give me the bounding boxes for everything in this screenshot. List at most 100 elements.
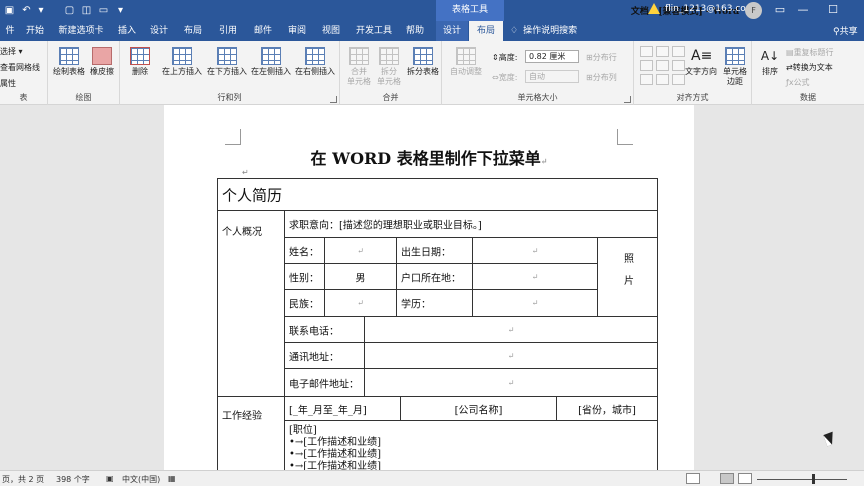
properties-button[interactable]: 属性 [0, 78, 16, 89]
proofing-icon[interactable]: ▣ [106, 474, 114, 483]
resume-header-cell[interactable]: 个人简历 [217, 178, 658, 211]
location-cell[interactable]: [省份，城市] [556, 396, 658, 421]
open-icon[interactable]: ▭ [96, 3, 111, 18]
address-label-cell[interactable]: 通讯地址： [284, 342, 365, 369]
repeat-header-button[interactable]: ▤重复标题行 [786, 47, 834, 58]
web-layout-icon[interactable] [738, 473, 752, 484]
birth-label-cell[interactable]: 出生日期： [396, 237, 473, 264]
align-bottom-left-icon[interactable] [640, 74, 653, 85]
ethnicity-label-cell[interactable]: 民族： [284, 289, 325, 317]
tab-review[interactable]: 审阅 [284, 21, 310, 41]
customize-icon[interactable]: ▾ [113, 3, 128, 18]
view-gridlines-button[interactable]: 查看网格线 [0, 62, 40, 73]
tab-developer[interactable]: 开发工具 [352, 21, 396, 41]
address-value-cell[interactable]: ↵ [364, 342, 658, 369]
height-input[interactable]: 0.82 厘米 [525, 50, 579, 63]
rows-columns-launcher-icon[interactable] [330, 96, 337, 103]
split-table-button[interactable]: 拆分表格 [404, 47, 442, 77]
hukou-label-cell[interactable]: 户口所在地： [396, 263, 473, 290]
maximize-button[interactable]: ☐ [818, 0, 848, 21]
tab-view[interactable]: 视图 [318, 21, 344, 41]
select-dropdown[interactable]: 选择 ▾ [0, 46, 23, 57]
tab-help[interactable]: 帮助 [401, 21, 429, 41]
cell-size-launcher-icon[interactable] [624, 96, 631, 103]
insert-left-button[interactable]: 在左侧插入 [249, 47, 293, 77]
name-value-cell[interactable]: ↵ [324, 237, 397, 264]
group-label-rows-columns: 行和列 [217, 93, 242, 102]
hukou-value-cell[interactable]: ↵ [472, 263, 598, 290]
draw-table-button[interactable]: 绘制表格 [52, 47, 86, 77]
zoom-slider[interactable] [757, 479, 847, 480]
tab-insert[interactable]: 插入 [114, 21, 140, 41]
split-cells-button[interactable]: 拆分 单元格 [374, 47, 404, 87]
education-value-cell[interactable]: ↵ [472, 289, 598, 317]
save-icon[interactable]: ▣ [2, 3, 17, 18]
insert-below-button[interactable]: 在下方插入 [205, 47, 249, 77]
align-top-left-icon[interactable] [640, 46, 653, 57]
delete-button[interactable]: 删除 [126, 47, 154, 77]
text-direction-button[interactable]: A≡ 文字方向 [684, 47, 718, 77]
tab-design[interactable]: 设计 [146, 21, 172, 41]
share-button[interactable]: ⚲共享 [833, 24, 858, 37]
zoom-slider-thumb[interactable] [812, 474, 815, 484]
formula-button[interactable]: ƒx公式 [786, 77, 810, 88]
new-doc-icon[interactable]: ▢ [62, 3, 77, 18]
print-layout-icon[interactable] [720, 473, 734, 484]
gender-value-cell[interactable]: 男 [324, 263, 397, 290]
undo-icon[interactable]: ↶ [19, 3, 34, 18]
photo-cell[interactable]: 照 片 [597, 237, 658, 317]
phone-label-cell[interactable]: 联系电话： [284, 316, 365, 343]
position-line: [职位] [289, 425, 317, 436]
redo-icon[interactable]: ▾ [36, 3, 46, 18]
align-middle-left-icon[interactable] [640, 60, 653, 71]
distribute-rows-button[interactable]: ⊞分布行 [586, 52, 617, 63]
gender-label-cell[interactable]: 性别： [284, 263, 325, 290]
tab-table-design[interactable]: 设计 [436, 21, 468, 41]
name-label-cell[interactable]: 姓名： [284, 237, 325, 264]
work-label-cell[interactable]: 工作经验 [217, 396, 285, 470]
tab-references[interactable]: 引用 [215, 21, 241, 41]
tab-layout[interactable]: 布局 [180, 21, 206, 41]
convert-to-text-button[interactable]: ⇄转换为文本 [786, 62, 833, 73]
work-period-cell[interactable]: [_年_月至_年_月] [284, 396, 401, 421]
sort-button[interactable]: A↓ 排序 [758, 47, 782, 77]
birth-value-cell[interactable]: ↵ [472, 237, 598, 264]
ethnicity-value-cell[interactable]: ↵ [324, 289, 397, 317]
objective-cell[interactable]: 求职意向：[描述您的理想职业或职业目标。] [284, 210, 658, 238]
tell-me-search[interactable]: ♢ 操作说明搜索 [510, 21, 580, 41]
macro-record-icon[interactable]: ▦ [168, 474, 176, 483]
print-preview-icon[interactable]: ◫ [79, 3, 94, 18]
autofit-button[interactable]: 自动调整 [446, 47, 486, 77]
read-mode-icon[interactable] [686, 473, 700, 484]
tab-table-layout[interactable]: 布局 [469, 21, 503, 41]
merge-cells-button[interactable]: 合并 单元格 [344, 47, 374, 87]
tab-new-tab[interactable]: 新建选项卡 [55, 21, 107, 41]
overview-label-cell[interactable]: 个人概况 [217, 210, 285, 397]
tab-mailings[interactable]: 邮件 [250, 21, 276, 41]
cell-margins-button[interactable]: 单元格 边距 [720, 47, 750, 87]
insert-above-button[interactable]: 在上方插入 [160, 47, 204, 77]
distribute-cols-button[interactable]: ⊞分布列 [586, 72, 617, 83]
email-label-cell[interactable]: 电子邮件地址： [284, 368, 365, 397]
account-area[interactable]: flin_1213@163.com [648, 3, 755, 14]
company-cell[interactable]: [公司名称] [400, 396, 557, 421]
align-bottom-center-icon[interactable] [656, 74, 669, 85]
language-indicator[interactable]: 中文(中国) [122, 474, 160, 485]
phone-value-cell[interactable]: ↵ [364, 316, 658, 343]
email-value-cell[interactable]: ↵ [364, 368, 658, 397]
word-count[interactable]: 398 个字 [56, 474, 90, 485]
insert-right-button[interactable]: 在右侧插入 [293, 47, 337, 77]
avatar[interactable]: F [745, 2, 762, 19]
width-input[interactable]: 自动 [525, 70, 579, 83]
document-page[interactable]: 在 WORD 表格里制作下拉菜单↵ ↵ 个人简历 个人概况 求职意向：[描述您的… [164, 105, 694, 470]
minimize-button[interactable]: — [788, 0, 818, 21]
page-count[interactable]: 页，共 2 页 [2, 474, 44, 485]
tab-file-stub[interactable]: 件 [0, 21, 20, 41]
ribbon-options-icon[interactable]: ▭ [772, 0, 788, 21]
align-middle-center-icon[interactable] [656, 60, 669, 71]
align-top-center-icon[interactable] [656, 46, 669, 57]
eraser-button[interactable]: 橡皮擦 [86, 47, 118, 77]
education-label-cell[interactable]: 学历： [396, 289, 473, 317]
tab-home[interactable]: 开始 [22, 21, 48, 41]
duties-cell[interactable]: [职位] •→[工作描述和业绩] •→[工作描述和业绩] •→[工作描述和业绩] [284, 420, 658, 470]
